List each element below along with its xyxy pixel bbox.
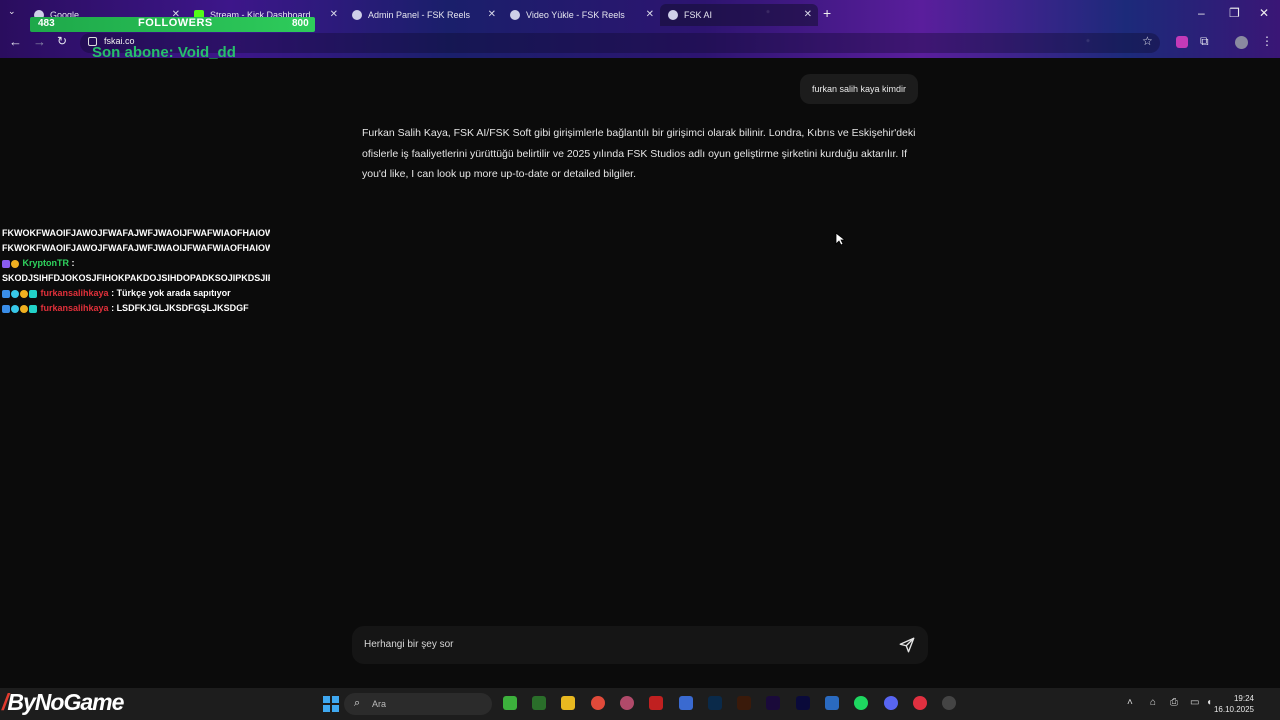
- globe-icon: [668, 10, 678, 20]
- chat-username: KryptonTR: [22, 258, 70, 268]
- microphone-icon[interactable]: ⎙: [1170, 697, 1178, 708]
- chat-text: LSDFKJGLJKSDFGŞLJKSDGF: [116, 303, 249, 313]
- taskbar: [0, 688, 1280, 720]
- tab-search-chevron-icon[interactable]: ⌄: [8, 6, 16, 17]
- search-label: Ara: [372, 699, 387, 709]
- coin-badge-icon: [11, 259, 19, 268]
- clock-date: 16.10.2025: [1213, 705, 1254, 714]
- close-window-icon[interactable]: ✕: [1259, 6, 1269, 20]
- address-bar[interactable]: [80, 33, 1160, 53]
- tab-video-yukle[interactable]: Video Yükle - FSK Reels ✕: [502, 4, 660, 26]
- app-icon[interactable]: [620, 696, 634, 710]
- search-icon: ⌕: [354, 697, 361, 709]
- badge-icon: [2, 259, 10, 268]
- last-subscriber: Son abone: Void_dd: [92, 44, 236, 61]
- send-icon[interactable]: [898, 636, 916, 654]
- chat-message: SKODJSIHFDJOKOSJFIHOKPAKDOJSIHDOPADKSOJI…: [2, 273, 270, 283]
- assistant-message: Furkan Salih Kaya, FSK AI/FSK Soft gibi …: [362, 127, 916, 180]
- forward-arrow-icon[interactable]: →: [33, 34, 46, 49]
- chat-username: furkansalihkaya: [40, 288, 109, 298]
- followers-goal-bar: 483 FOLLOWERS 800: [30, 17, 315, 32]
- chat-text: Türkçe yok arada sapıtıyor: [116, 288, 231, 298]
- badge-icon: [11, 304, 19, 313]
- chat-message: furkansalihkaya : LSDFKJGLJKSDFGŞLJKSDGF: [2, 301, 270, 316]
- followers-goal: 800: [292, 18, 309, 29]
- taskbar-clock[interactable]: 19:24 16.10.2025: [1214, 693, 1254, 715]
- chat-message: FKWOKFWAOIFJAWOJFWAFAJWFJWAOIJFWAFWIAOFH…: [2, 228, 270, 238]
- close-tab-icon[interactable]: ✕: [804, 9, 812, 20]
- puzzle-extensions-icon[interactable]: ⧉: [1200, 34, 1209, 49]
- chat-separator: :: [108, 303, 117, 313]
- prompt-input[interactable]: Herhangi bir şey sor: [352, 626, 928, 664]
- minimize-icon[interactable]: –: [1198, 6, 1205, 20]
- file-explorer-icon[interactable]: [561, 696, 575, 710]
- followers-label: FOLLOWERS: [138, 17, 213, 29]
- chat-message: furkansalihkaya : Türkçe yok arada sapıt…: [2, 286, 270, 301]
- chat-message: FKWOKFWAOIFJAWOJFWAFAJWFJWAOIJFWAFWIAOFH…: [2, 243, 270, 253]
- app-icon[interactable]: [942, 696, 956, 710]
- taskbar-search[interactable]: ⌕ Ara: [344, 693, 492, 715]
- chat-separator: :: [69, 258, 75, 268]
- stream-chat-overlay: FKWOKFWAOIFJAWOJFWAFAJWFJWAOIJFWAFWIAOFH…: [2, 226, 270, 316]
- volume-icon[interactable]: ◖: [1206, 697, 1212, 708]
- tab-fsk-ai[interactable]: FSK AI ✕: [660, 4, 818, 26]
- discord-icon[interactable]: [884, 696, 898, 710]
- globe-icon: [510, 10, 520, 20]
- chat-message: KryptonTR :: [2, 256, 270, 271]
- badge-icon: [11, 289, 19, 298]
- menu-kebab-icon[interactable]: ⋮: [1261, 34, 1273, 48]
- after-effects-icon[interactable]: [796, 696, 810, 710]
- chat-username: furkansalihkaya: [40, 303, 109, 313]
- chrome-icon[interactable]: [591, 696, 605, 710]
- minecraft-icon[interactable]: [503, 696, 517, 710]
- tab-label: Video Yükle - FSK Reels: [526, 10, 625, 20]
- windows-start-icon[interactable]: [323, 696, 339, 712]
- bynogame-logo: /ByNoGame: [2, 689, 124, 715]
- maximize-icon[interactable]: ❐: [1229, 6, 1240, 20]
- clock-time: 19:24: [1233, 694, 1254, 703]
- brand-text: ByNoGame: [7, 689, 124, 715]
- close-tab-icon[interactable]: ✕: [646, 9, 654, 20]
- close-tab-icon[interactable]: ✕: [488, 9, 496, 20]
- prompt-placeholder: Herhangi bir şey sor: [364, 639, 454, 650]
- app-icon[interactable]: [679, 696, 693, 710]
- tab-label: FSK AI: [684, 10, 713, 20]
- tab-admin-panel[interactable]: Admin Panel - FSK Reels ✕: [344, 4, 502, 26]
- close-tab-icon[interactable]: ✕: [330, 9, 338, 20]
- followers-current: 483: [38, 18, 55, 29]
- new-tab-plus-icon[interactable]: +: [823, 5, 831, 21]
- coin-badge-icon: [20, 304, 28, 313]
- illustrator-icon[interactable]: [737, 696, 751, 710]
- profile-avatar-icon[interactable]: [1235, 36, 1248, 49]
- back-arrow-icon[interactable]: ←: [9, 34, 22, 49]
- spotify-icon[interactable]: [854, 696, 868, 710]
- network-icon[interactable]: ⌂: [1150, 697, 1156, 708]
- app-icon[interactable]: [913, 696, 927, 710]
- app-icon[interactable]: [825, 696, 839, 710]
- badge-icon: [29, 304, 37, 313]
- badge-icon: [29, 289, 37, 298]
- app-icon[interactable]: [649, 696, 663, 710]
- chat-separator: :: [108, 288, 117, 298]
- reload-icon[interactable]: ↻: [57, 34, 67, 48]
- badge-icon: [2, 289, 10, 298]
- display-icon[interactable]: ▭: [1190, 697, 1199, 708]
- tray-chevron-up-icon[interactable]: ˄: [1127, 697, 1133, 708]
- user-message-bubble: furkan salih kaya kimdir: [799, 74, 918, 104]
- photoshop-icon[interactable]: [708, 696, 722, 710]
- coin-badge-icon: [20, 289, 28, 298]
- tab-label: Admin Panel - FSK Reels: [368, 10, 471, 20]
- bookmark-star-icon[interactable]: ☆: [1142, 34, 1153, 48]
- premiere-icon[interactable]: [766, 696, 780, 710]
- globe-icon: [352, 10, 362, 20]
- terminal-icon[interactable]: [532, 696, 546, 710]
- badge-icon: [2, 304, 10, 313]
- extension-icon[interactable]: [1176, 36, 1188, 48]
- mouse-cursor-icon: [835, 232, 845, 246]
